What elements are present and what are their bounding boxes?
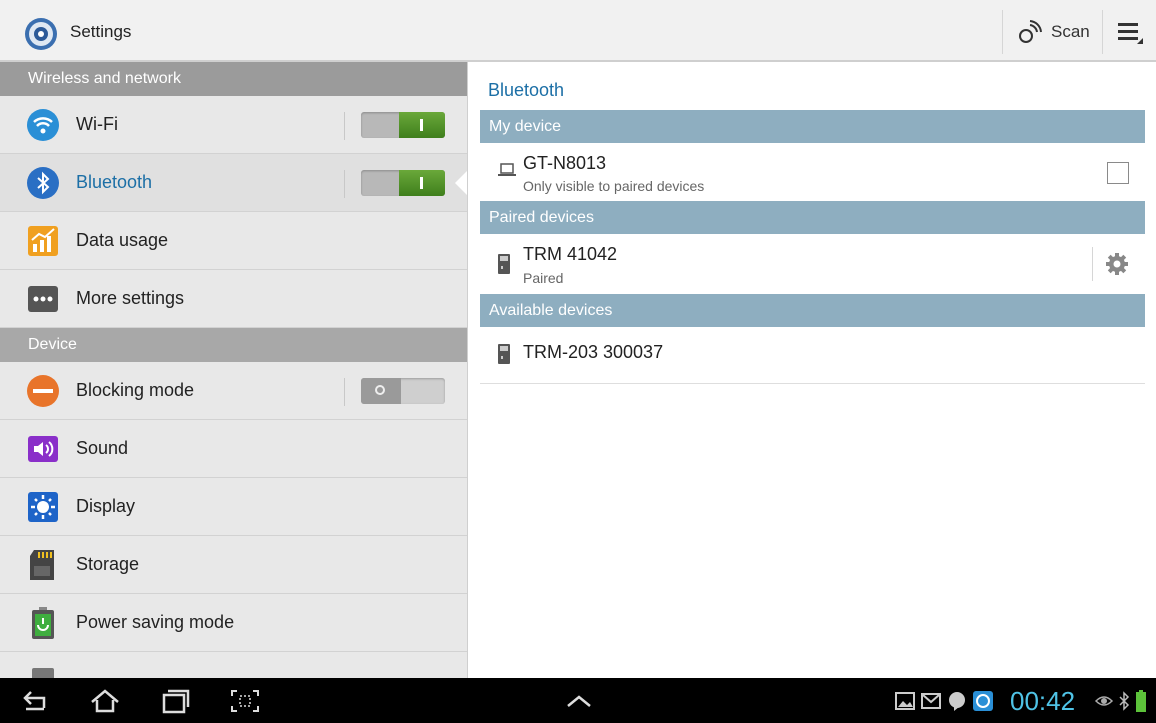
wifi-icon — [27, 109, 59, 141]
pane-title: Bluetooth — [488, 80, 565, 100]
settings-item-storage[interactable]: Storage — [0, 536, 467, 594]
section-header-wireless: Wireless and network — [0, 62, 467, 96]
bluetooth-status-icon — [1119, 691, 1130, 711]
gallery-notification-icon — [895, 692, 915, 710]
settings-item-label: Wi-Fi — [76, 114, 118, 134]
bluetooth-icon — [27, 167, 59, 199]
bluetooth-toggle[interactable] — [344, 170, 457, 198]
clock: 00:42 — [1010, 686, 1076, 716]
divider — [480, 383, 1145, 384]
chevron-up-icon[interactable] — [562, 688, 596, 714]
settings-item-label: Sound — [76, 438, 129, 458]
settings-item-data-usage[interactable]: Data usage — [0, 212, 467, 270]
settings-item-power-saving[interactable]: Power saving mode — [0, 594, 467, 652]
skype-notification-icon — [973, 691, 993, 711]
data-usage-icon — [28, 226, 58, 256]
smart-stay-icon — [1094, 696, 1114, 706]
laptop-icon — [498, 163, 516, 176]
settings-item-label: More settings — [76, 288, 185, 308]
scan-icon — [1019, 20, 1042, 43]
system-bar: 00:42 — [0, 678, 1156, 723]
device-visibility: Only visible to paired devices — [523, 178, 705, 194]
scan-button[interactable]: Scan — [1002, 10, 1102, 54]
settings-item-label: Power saving mode — [76, 612, 235, 632]
section-header-paired-devices: Paired devices — [480, 201, 1145, 234]
settings-item-label: Display — [76, 496, 136, 516]
settings-item-label: Blocking mode — [76, 380, 195, 400]
wifi-toggle[interactable] — [344, 112, 457, 140]
back-icon[interactable] — [18, 688, 52, 714]
device-settings-button[interactable] — [1092, 247, 1145, 281]
home-icon[interactable] — [88, 688, 122, 714]
section-header-available-devices: Available devices — [480, 294, 1145, 327]
settings-item-more-settings[interactable]: More settings — [0, 270, 467, 328]
storage-icon — [30, 550, 54, 580]
device-status: Paired — [523, 270, 564, 286]
section-header-device: Device — [0, 328, 467, 362]
gmail-notification-icon — [921, 693, 941, 709]
visibility-checkbox[interactable] — [1107, 162, 1129, 184]
bluetooth-detail-pane: Bluetooth My device GT-N8013 Only visibl… — [468, 62, 1156, 678]
page-title: Settings — [70, 22, 132, 41]
settings-gear-icon[interactable] — [24, 17, 58, 51]
action-bar: Settings Scan — [0, 0, 1156, 62]
settings-item-partial[interactable] — [0, 652, 467, 678]
settings-item-blocking-mode[interactable]: Blocking mode — [0, 362, 467, 420]
settings-item-label: Data usage — [76, 230, 169, 250]
battery-icon — [32, 668, 54, 678]
paired-device-row[interactable]: TRM 41042 Paired — [480, 234, 1145, 294]
settings-item-bluetooth[interactable]: Bluetooth — [0, 154, 467, 212]
settings-item-display[interactable]: Display — [0, 478, 467, 536]
screenshot-icon[interactable] — [228, 688, 262, 714]
my-device-row[interactable]: GT-N8013 Only visible to paired devices — [480, 143, 1145, 201]
battery-status-icon — [1136, 690, 1146, 712]
blocking-mode-icon — [27, 375, 59, 407]
device-name: TRM 41042 — [523, 244, 618, 264]
chat-notification-icon — [949, 692, 965, 711]
settings-list[interactable]: Wireless and network Wi-Fi Bluetooth Dat… — [0, 62, 468, 678]
settings-item-label: Storage — [76, 554, 140, 574]
available-device-row[interactable]: TRM-203 300037 — [480, 327, 1145, 383]
settings-item-wifi[interactable]: Wi-Fi — [0, 96, 467, 154]
settings-item-sound[interactable]: Sound — [0, 420, 467, 478]
display-icon — [28, 492, 58, 522]
selection-indicator — [455, 170, 467, 196]
gear-icon — [1106, 253, 1128, 275]
settings-item-label: Bluetooth — [76, 172, 153, 192]
recent-apps-icon[interactable] — [158, 688, 192, 714]
device-name: TRM-203 300037 — [523, 342, 664, 362]
device-name: GT-N8013 — [523, 153, 607, 173]
scan-label: Scan — [1051, 22, 1090, 41]
overflow-menu-button[interactable] — [1102, 10, 1156, 54]
more-settings-icon — [28, 286, 58, 312]
power-saving-icon — [32, 607, 54, 639]
section-header-my-device: My device — [480, 110, 1145, 143]
phone-icon — [498, 254, 510, 274]
blocking-mode-toggle[interactable] — [344, 378, 457, 406]
sound-icon — [28, 436, 58, 462]
menu-icon — [1118, 23, 1143, 44]
phone-icon — [498, 344, 510, 364]
